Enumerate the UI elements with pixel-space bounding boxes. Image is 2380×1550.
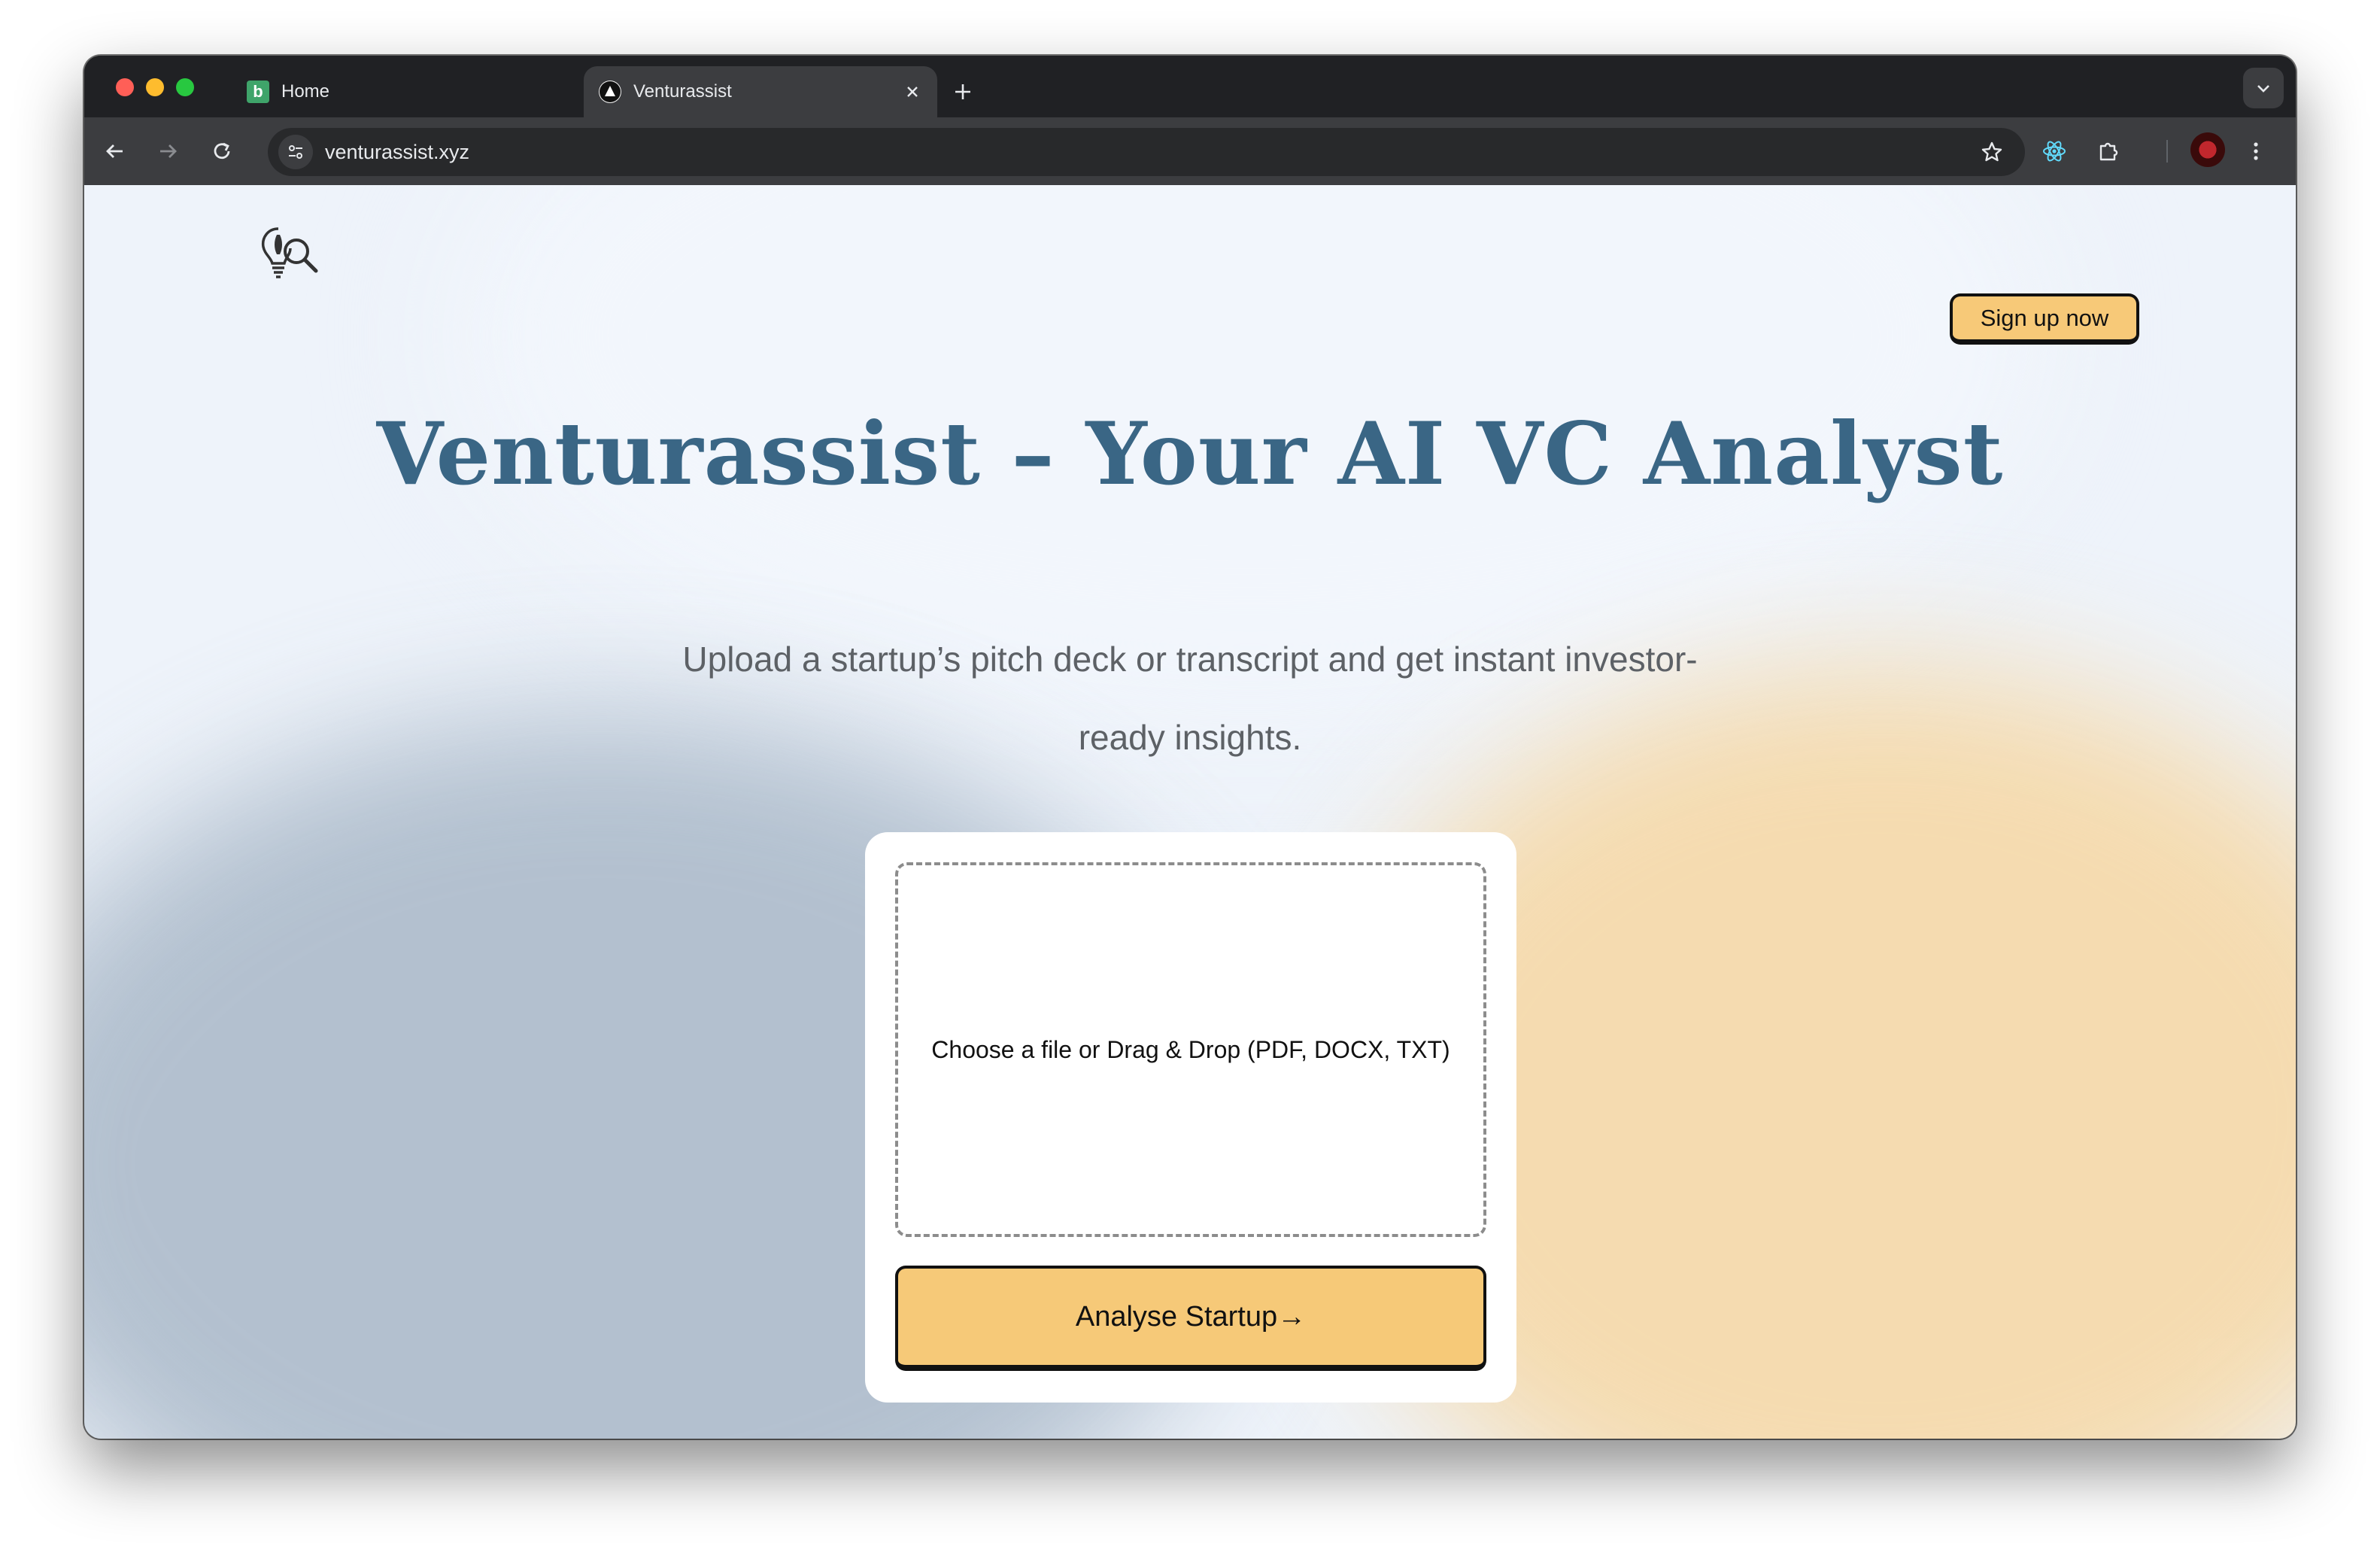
more-menu-icon[interactable] [2239,134,2273,169]
lightbulb-magnifier-logo[interactable] [256,221,322,287]
arrow-left-icon [106,144,123,158]
new-tab-button[interactable] [946,75,979,108]
url-text: venturassist.xyz [325,140,470,163]
tab-title: Home [281,81,330,102]
page-title: Venturassist – Your AI VC Analyst [376,403,2004,504]
bookmark-star-icon[interactable] [1975,135,2008,169]
forward-button[interactable] [150,134,185,169]
close-window-button[interactable] [116,78,134,96]
profile-avatar[interactable] [2190,132,2225,167]
page-content: Sign up now Venturassist – Your AI VC An… [84,185,2296,1439]
minimize-window-button[interactable] [146,78,164,96]
tab-title: Venturassist [633,81,732,102]
window-controls [116,78,194,96]
back-button[interactable] [98,134,132,169]
tab-venturassist[interactable]: Venturassist [584,66,937,117]
tab-search-button[interactable] [2243,68,2284,108]
upload-card: Choose a file or Drag & Drop (PDF, DOCX,… [865,832,1516,1403]
close-icon[interactable] [901,81,924,103]
analyse-startup-button[interactable]: Analyse Startup→ [895,1266,1486,1371]
arrow-right-icon [160,144,177,158]
browser-toolbar: venturassist.xyz [84,117,2296,185]
maximize-window-button[interactable] [176,78,194,96]
signup-button[interactable]: Sign up now [1950,293,2139,345]
browser-window: b Home Venturassist venturassist.xyz Sig… [84,56,2296,1439]
extensions-puzzle-icon[interactable] [2091,134,2126,169]
address-bar[interactable]: venturassist.xyz [268,128,2025,176]
reload-icon [214,142,230,160]
site-settings-icon[interactable] [278,135,313,169]
triangle-logo-icon [599,81,621,103]
toolbar-divider [2166,140,2168,163]
reload-button[interactable] [205,134,239,169]
tab-strip: b Home Venturassist [84,56,2296,117]
chevron-down-icon [2257,85,2269,93]
file-dropzone[interactable]: Choose a file or Drag & Drop (PDF, DOCX,… [895,862,1486,1237]
page-subtitle: Upload a startup’s pitch deck or transcr… [682,640,1698,757]
bolt-green-icon: b [247,81,269,103]
react-devtools-icon[interactable] [2037,134,2072,169]
plus-icon [955,84,970,99]
